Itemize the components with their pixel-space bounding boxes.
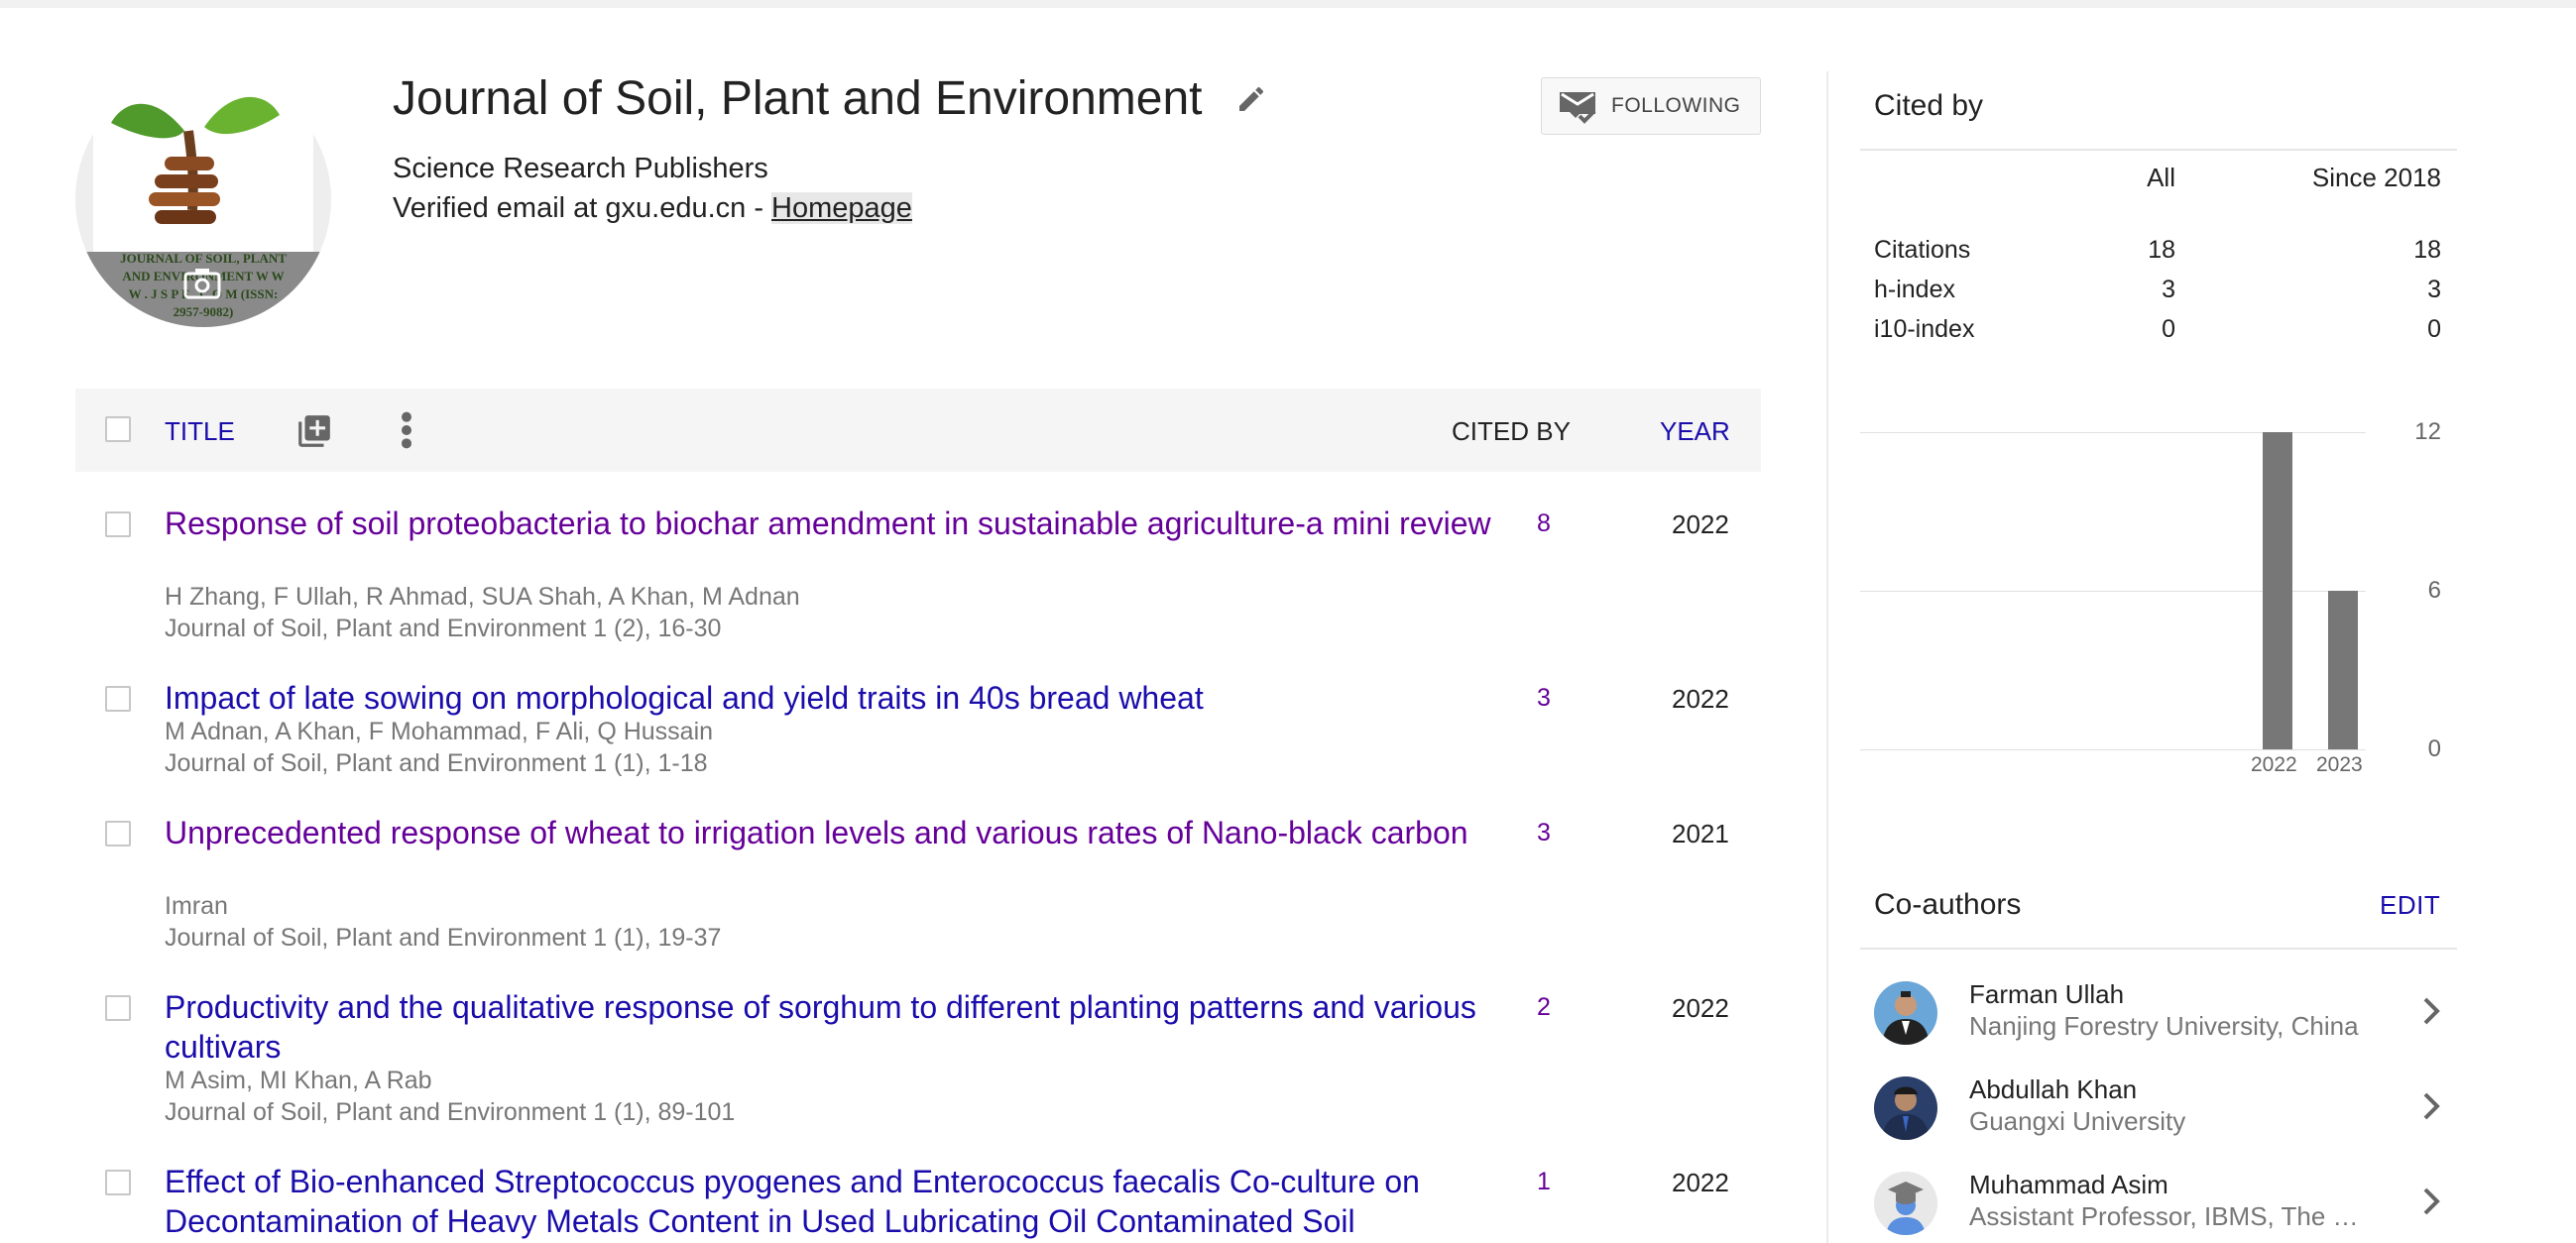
article-cited-by[interactable]: 3 <box>1537 684 1551 713</box>
chart-x-tick-label: 2023 <box>2316 753 2363 776</box>
top-bar <box>0 0 2576 8</box>
chart-y-tick-label: 12 <box>2414 418 2441 445</box>
divider <box>1860 149 2457 151</box>
article-authors: H Zhang, F Ullah, R Ahmad, SUA Shah, A K… <box>165 583 800 611</box>
metrics-row-i10-index: i10-index 0 0 <box>1860 315 2457 355</box>
more-vert-icon[interactable] <box>399 410 414 450</box>
coauthor-affiliation: Assistant Professor, IBMS, The … <box>1969 1201 2359 1231</box>
article-title[interactable]: Unprecedented response of wheat to irrig… <box>165 813 1493 852</box>
coauthor-affiliation: Guangxi University <box>1969 1106 2186 1136</box>
coauthor-item[interactable]: Abdullah Khan Guangxi University <box>1860 1067 2457 1156</box>
chevron-right-icon <box>2423 997 2440 1025</box>
sort-by-title[interactable]: TITLE <box>165 416 235 447</box>
avatar <box>1874 1172 1937 1235</box>
coauthor-affiliation: Nanjing Forestry University, China <box>1969 1011 2359 1041</box>
article-venue: Journal of Soil, Plant and Environment 1… <box>165 615 722 642</box>
coauthor-item[interactable]: Muhammad Asim Assistant Professor, IBMS,… <box>1860 1162 2457 1243</box>
divider <box>1860 948 2457 950</box>
metric-since: 18 <box>2413 236 2441 264</box>
select-all-checkbox[interactable] <box>105 416 131 442</box>
chevron-right-icon <box>2423 1092 2440 1120</box>
col-all-label: All <box>2147 163 2175 192</box>
metric-all: 18 <box>2148 236 2175 264</box>
pencil-icon[interactable] <box>1235 83 1267 115</box>
article-cited-by[interactable]: 8 <box>1537 509 1551 538</box>
metrics-header-row: All Since 2018 <box>1860 163 2457 236</box>
metric-label: Citations <box>1874 236 1971 264</box>
article-row: Unprecedented response of wheat to irrig… <box>75 813 1761 961</box>
article-year: 2022 <box>1672 1168 1729 1197</box>
article-checkbox[interactable] <box>105 995 131 1021</box>
profile-avatar[interactable]: JOURNAL OF SOIL, PLANT AND ENVIRONMENT W… <box>75 71 331 327</box>
chevron-right-icon <box>2423 1187 2440 1215</box>
verified-email-text: Verified email at gxu.edu.cn - <box>393 192 772 224</box>
article-year: 2022 <box>1672 509 1729 539</box>
chart-bar-2022[interactable] <box>2263 432 2292 749</box>
column-divider <box>1826 71 1828 1243</box>
article-year: 2022 <box>1672 684 1729 714</box>
metrics-row-h-index: h-index 3 3 <box>1860 276 2457 315</box>
col-since-label: Since 2018 <box>2311 163 2441 192</box>
article-title[interactable]: Effect of Bio-enhanced Streptococcus pyo… <box>165 1162 1493 1241</box>
article-row: Impact of late sowing on morphological a… <box>75 678 1761 787</box>
article-title[interactable]: Response of soil proteobacteria to bioch… <box>165 504 1493 543</box>
profile-name: Journal of Soil, Plant and Environment <box>393 72 1203 125</box>
coauthors-title: Co-authors <box>1874 888 2022 921</box>
homepage-link[interactable]: Homepage <box>771 192 912 224</box>
article-row: Productivity and the qualitative respons… <box>75 987 1761 1136</box>
article-year: 2022 <box>1672 993 1729 1023</box>
coauthor-name: Farman Ullah <box>1969 979 2125 1009</box>
avatar <box>1874 1076 1937 1140</box>
camera-icon[interactable] <box>182 266 222 299</box>
article-authors: M Asim, MI Khan, A Rab <box>165 1067 432 1094</box>
chart-y-tick-label: 0 <box>2427 735 2441 762</box>
articles-table-header: TITLE CITED BY YEAR <box>75 389 1761 472</box>
coauthors-edit-button[interactable]: EDIT <box>2380 890 2440 921</box>
metric-since: 0 <box>2427 315 2441 343</box>
article-row: Response of soil proteobacteria to bioch… <box>75 504 1761 652</box>
metric-all: 0 <box>2162 315 2175 343</box>
article-cited-by[interactable]: 1 <box>1537 1168 1551 1196</box>
add-to-library-icon[interactable] <box>295 412 333 450</box>
article-authors: Imran <box>165 892 228 920</box>
metric-since: 3 <box>2427 276 2441 303</box>
article-authors: M Adnan, A Khan, F Mohammad, F Ali, Q Hu… <box>165 718 714 745</box>
chart-bar-2023[interactable] <box>2328 591 2358 749</box>
sort-by-year[interactable]: YEAR <box>1660 416 1730 447</box>
chart-x-tick-label: 2022 <box>2251 753 2297 776</box>
article-row: Effect of Bio-enhanced Streptococcus pyo… <box>75 1162 1761 1243</box>
article-checkbox[interactable] <box>105 686 131 712</box>
following-label: FOLLOWING <box>1611 94 1741 117</box>
article-year: 2021 <box>1672 819 1729 848</box>
article-title[interactable]: Productivity and the qualitative respons… <box>165 987 1493 1067</box>
article-checkbox[interactable] <box>105 511 131 537</box>
coauthor-name: Abdullah Khan <box>1969 1074 2138 1104</box>
citation-metrics-table: All Since 2018 Citations 18 18 h-index 3… <box>1860 163 2457 355</box>
coauthor-name: Muhammad Asim <box>1969 1170 2168 1199</box>
cited-by-column-header: CITED BY <box>1452 416 1571 446</box>
article-cited-by[interactable]: 3 <box>1537 819 1551 848</box>
coauthor-item[interactable]: Farman Ullah Nanjing Forestry University… <box>1860 971 2457 1061</box>
metric-all: 3 <box>2162 276 2175 303</box>
article-title[interactable]: Impact of late sowing on morphological a… <box>165 678 1493 718</box>
article-checkbox[interactable] <box>105 1170 131 1195</box>
chart-y-tick-label: 6 <box>2427 577 2441 604</box>
following-button[interactable]: FOLLOWING <box>1541 77 1761 135</box>
citations-per-year-chart: 12 6 0 2022 2023 <box>1860 416 2457 793</box>
article-venue: Journal of Soil, Plant and Environment 1… <box>165 924 722 952</box>
metric-label: h-index <box>1874 276 1955 303</box>
avatar <box>1874 981 1937 1045</box>
article-cited-by[interactable]: 2 <box>1537 993 1551 1022</box>
article-venue: Journal of Soil, Plant and Environment 1… <box>165 749 708 777</box>
profile-affiliation: Science Research Publishers <box>393 153 768 184</box>
metrics-row-citations: Citations 18 18 <box>1860 236 2457 276</box>
chart-gridline <box>1860 749 2366 750</box>
verified-email: Verified email at gxu.edu.cn - Homepage <box>393 192 912 225</box>
article-venue: Journal of Soil, Plant and Environment 1… <box>165 1098 736 1126</box>
cited-by-title: Cited by <box>1874 89 1984 122</box>
email-check-icon <box>1560 92 1596 124</box>
article-checkbox[interactable] <box>105 821 131 847</box>
metric-label: i10-index <box>1874 315 1975 343</box>
